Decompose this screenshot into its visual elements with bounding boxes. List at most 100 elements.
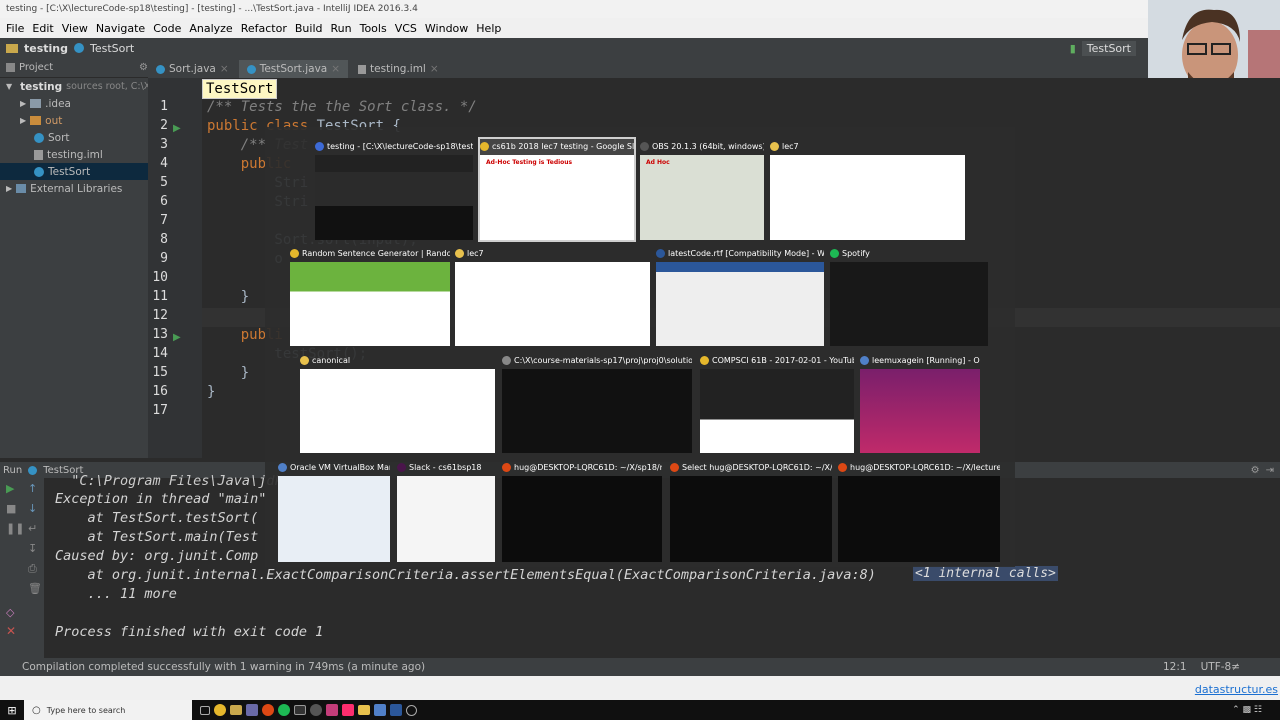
menu-view[interactable]: View: [58, 22, 92, 35]
pin-icon[interactable]: ◇: [6, 606, 14, 619]
window-thumbnail: [502, 369, 692, 453]
scroll-end-icon[interactable]: ↧: [28, 542, 37, 555]
switcher-window-header: hug@DESKTOP-LQRC61D: ~/X/lectureCode-sp1…: [838, 460, 1000, 474]
switcher-window-header: latestCode.rtf [Compatibility Mode] - Wo…: [656, 246, 824, 260]
stop-icon[interactable]: ■: [6, 502, 16, 515]
menu-edit[interactable]: Edit: [28, 22, 57, 35]
project-tool-window-header: Project ⚙: [0, 58, 148, 78]
breadcrumb-project[interactable]: testing: [24, 42, 68, 55]
menu-code[interactable]: Code: [149, 22, 185, 35]
pause-icon[interactable]: ❚❚: [6, 522, 24, 535]
cursor-position[interactable]: 12:1: [1163, 661, 1187, 673]
run-gutter-icon[interactable]: ▶: [173, 123, 181, 134]
arrow-down-icon[interactable]: ↓: [28, 502, 37, 515]
trash-icon[interactable]: 🗑: [28, 582, 42, 595]
tree-item-sort[interactable]: Sort: [0, 129, 148, 146]
menu-file[interactable]: File: [2, 22, 28, 35]
arrow-up-icon[interactable]: ↑: [28, 482, 37, 495]
internal-calls-fold[interactable]: <1 internal calls>: [913, 566, 1058, 581]
settings-icon[interactable]: [406, 704, 417, 716]
slack-icon[interactable]: [326, 704, 338, 716]
chrome-icon[interactable]: [214, 704, 226, 716]
tab-label: Sort.java: [169, 63, 216, 75]
build-icon[interactable]: ▮: [1070, 42, 1076, 55]
tab-sort-java[interactable]: Sort.java ×: [148, 60, 237, 78]
terminal-icon[interactable]: [294, 705, 306, 715]
explorer-icon[interactable]: [358, 705, 370, 715]
breadcrumb-file[interactable]: TestSort: [90, 42, 134, 55]
tree-item-out[interactable]: ▶ out: [0, 112, 148, 129]
switcher-window-header: Select hug@DESKTOP-LQRC61D: ~/X/sp18: [670, 460, 832, 474]
run-gutter-icon[interactable]: ▶: [173, 332, 181, 343]
wrap-icon[interactable]: ↵: [28, 522, 37, 535]
switcher-window-title: Oracle VM VirtualBox Manager: [290, 462, 390, 472]
virtualbox-icon[interactable]: [374, 704, 386, 716]
menu-tools[interactable]: Tools: [356, 22, 391, 35]
intellij-icon[interactable]: [342, 704, 354, 716]
watermark-link[interactable]: datastructur.es: [1195, 683, 1278, 696]
menu-build[interactable]: Build: [291, 22, 327, 35]
task-view-icon[interactable]: [200, 705, 210, 715]
switcher-window[interactable]: COMPSCI 61B - 2017-02-01 - YouTube - Goo…: [700, 353, 854, 453]
switcher-window[interactable]: lec7: [455, 246, 650, 346]
run-config-selector[interactable]: TestSort: [1081, 40, 1136, 56]
close-icon[interactable]: ×: [430, 63, 439, 75]
switcher-window[interactable]: leemuxagein [Running] - Oracle...: [860, 353, 980, 453]
menu-refactor[interactable]: Refactor: [237, 22, 291, 35]
switcher-window[interactable]: testing - [C:\X\lectureCode-sp18\testing…: [315, 139, 473, 240]
menu-analyze[interactable]: Analyze: [185, 22, 236, 35]
window-thumbnail: [770, 155, 965, 240]
switcher-window[interactable]: OBS 20.1.3 (64bit, windows) - Profi... Ad…: [640, 139, 764, 240]
tree-item-testing[interactable]: ▼ testing sources root, C:\X\...: [0, 78, 163, 95]
obs-icon[interactable]: [310, 704, 322, 716]
line-number: 12: [152, 308, 168, 323]
switcher-window[interactable]: C:\X\course-materials-sp17\proj\proj0\so…: [502, 353, 692, 453]
menu-navigate[interactable]: Navigate: [92, 22, 149, 35]
project-panel-title[interactable]: Project: [19, 62, 53, 73]
close-icon[interactable]: ×: [220, 63, 229, 75]
switcher-window[interactable]: Oracle VM VirtualBox Manager: [278, 460, 390, 562]
tree-item-idea[interactable]: ▶ .idea: [0, 95, 148, 112]
tree-item-testsort[interactable]: TestSort: [0, 163, 148, 180]
tab-testing-iml[interactable]: testing.iml ×: [350, 60, 447, 78]
menu-run[interactable]: Run: [327, 22, 356, 35]
windows-start-icon[interactable]: ⊞: [0, 700, 24, 720]
tray-icons[interactable]: ⌃ ▩ ☷: [1232, 705, 1262, 715]
line-number: 4: [160, 156, 168, 171]
file-encoding[interactable]: UTF-8≠: [1201, 661, 1240, 673]
switcher-window[interactable]: hug@DESKTOP-LQRC61D: ~/X/sp18/materials/…: [502, 460, 662, 562]
app-icon[interactable]: [246, 704, 258, 716]
switcher-window[interactable]: Spotify: [830, 246, 988, 346]
class-icon: [34, 132, 44, 143]
gear-icon[interactable]: ⚙: [1251, 465, 1260, 476]
ubuntu-icon[interactable]: [262, 704, 274, 716]
switcher-window[interactable]: Random Sentence Generator | Random Word …: [290, 246, 450, 346]
switcher-window[interactable]: cs61b 2018 lec7 testing - Google Slides …: [478, 137, 636, 242]
rerun-icon[interactable]: ▶: [6, 482, 14, 495]
spotify-icon[interactable]: [278, 704, 290, 716]
switcher-window[interactable]: lec7: [770, 139, 965, 240]
tab-testsort-java[interactable]: TestSort.java ×: [238, 60, 349, 78]
switcher-window[interactable]: Select hug@DESKTOP-LQRC61D: ~/X/sp18: [670, 460, 832, 562]
print-icon[interactable]: ⎙: [28, 562, 37, 576]
word-icon[interactable]: [390, 704, 402, 716]
status-message[interactable]: Compilation completed successfully with …: [22, 661, 425, 673]
gear-icon[interactable]: ⚙: [139, 62, 148, 73]
close-icon[interactable]: ✕: [6, 624, 16, 638]
tree-item-testing-iml[interactable]: testing.iml: [0, 146, 148, 163]
switcher-window[interactable]: hug@DESKTOP-LQRC61D: ~/X/lectureCode-sp1…: [838, 460, 1000, 562]
switcher-window[interactable]: canonical: [300, 353, 495, 453]
switcher-window[interactable]: latestCode.rtf [Compatibility Mode] - Wo…: [656, 246, 824, 346]
menu-help[interactable]: Help: [472, 22, 505, 35]
tree-item-external-libraries[interactable]: ▶ External Libraries: [0, 180, 148, 197]
folder-icon[interactable]: [230, 705, 242, 715]
tree-item-label: .idea: [45, 97, 71, 110]
taskbar-search[interactable]: ○ Type here to search: [24, 700, 192, 720]
run-panel-label[interactable]: Run: [3, 465, 22, 476]
close-icon[interactable]: ×: [331, 63, 340, 75]
menu-window[interactable]: Window: [421, 22, 472, 35]
app-icon: [640, 141, 649, 151]
menu-vcs[interactable]: VCS: [391, 22, 421, 35]
hide-icon[interactable]: ⇥: [1266, 465, 1274, 476]
switcher-window[interactable]: Slack - cs61bsp18: [397, 460, 495, 562]
